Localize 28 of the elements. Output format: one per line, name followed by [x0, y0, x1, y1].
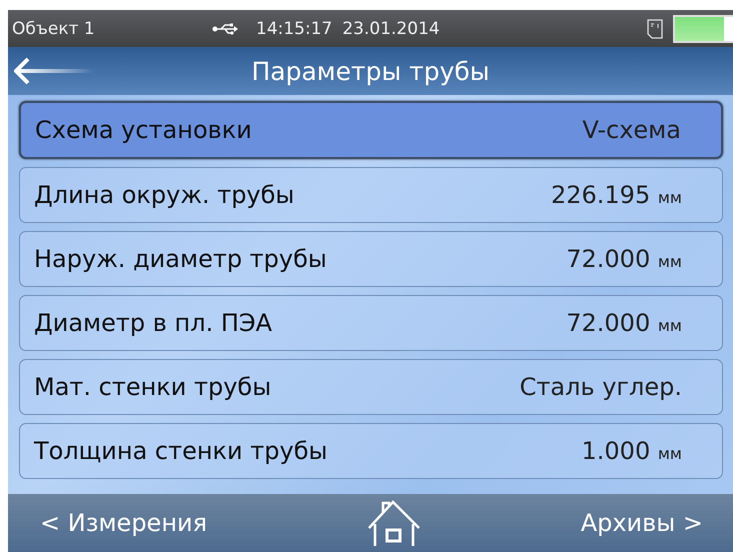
clock-time: 14:15:17 — [256, 18, 332, 38]
parameter-row[interactable]: Мат. стенки трубы Сталь углер. — [19, 359, 723, 415]
parameter-value: 72.000 мм — [566, 245, 682, 273]
parameter-row[interactable]: Толщина стенки трубы 1.000 мм — [19, 423, 723, 479]
battery-icon — [673, 14, 733, 42]
parameter-label: Схема установки — [35, 116, 252, 144]
parameter-label: Толщина стенки трубы — [34, 437, 328, 465]
parameter-value: Сталь углер. — [520, 373, 682, 401]
parameter-row[interactable]: Схема установки V-схема — [19, 101, 723, 159]
parameter-row[interactable]: Наруж. диаметр трубы 72.000 мм — [19, 231, 723, 287]
clock-date: 23.01.2014 — [342, 18, 440, 38]
parameter-row[interactable]: Длина окруж. трубы 226.195 мм — [19, 167, 723, 223]
parameter-value: 72.000 мм — [566, 309, 682, 337]
back-arrow-icon[interactable] — [14, 56, 94, 86]
measurements-link[interactable]: < Измерения — [40, 509, 208, 537]
parameter-label: Наруж. диаметр трубы — [34, 245, 327, 273]
parameter-row[interactable]: Диаметр в пл. ПЭА 72.000 мм — [19, 295, 723, 351]
usb-icon — [212, 22, 238, 34]
parameter-value: 226.195 мм — [550, 181, 682, 209]
object-name: Объект 1 — [12, 18, 96, 38]
parameter-label: Мат. стенки трубы — [34, 373, 272, 401]
parameter-value: 1.000 мм — [582, 437, 682, 465]
parameter-label: Диаметр в пл. ПЭА — [34, 309, 272, 337]
screen-title: Параметры трубы — [250, 56, 491, 86]
archives-link[interactable]: Архивы > — [580, 509, 703, 537]
parameter-label: Длина окруж. трубы — [34, 181, 294, 209]
parameter-value: V-схема — [582, 116, 681, 144]
sd-card-icon — [647, 18, 663, 38]
